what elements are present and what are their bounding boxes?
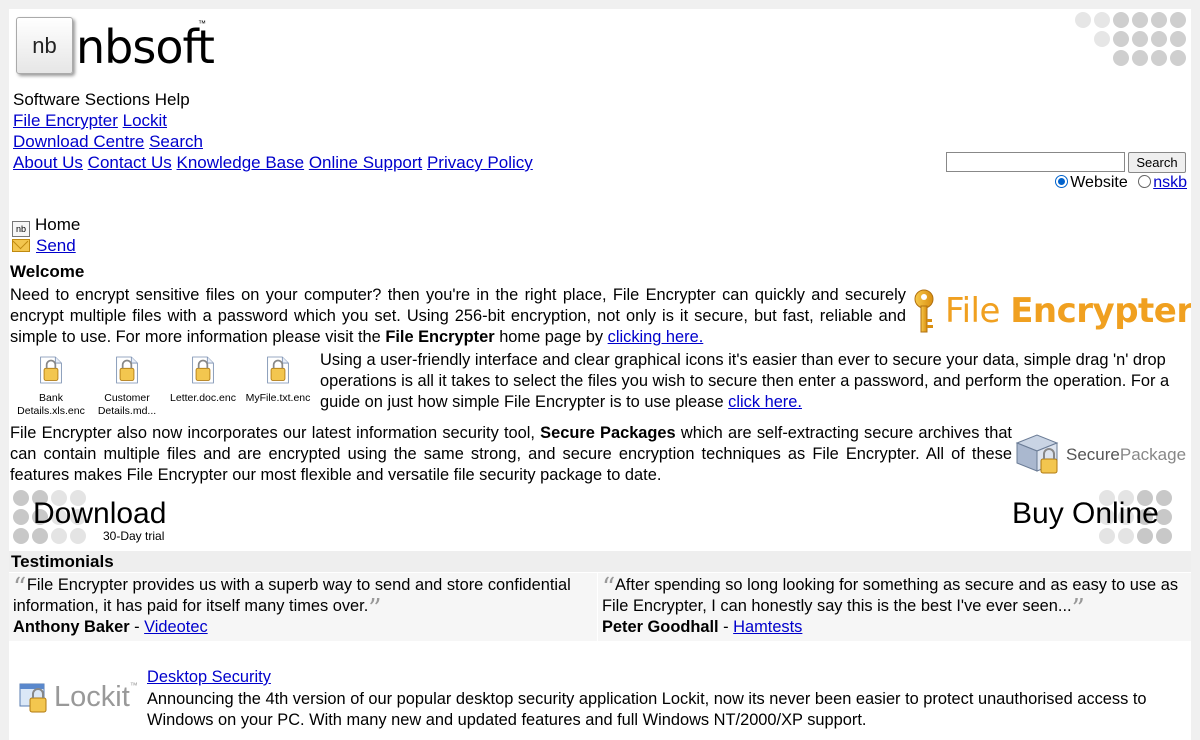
desktop-security-link[interactable]: Desktop Security [147, 668, 271, 687]
file-name-line1: Bank [39, 392, 63, 404]
encrypted-file-icon [267, 356, 289, 384]
fe-logo-bold: Encrypter [1010, 291, 1191, 331]
testimonial-company-link[interactable]: Videotec [144, 618, 208, 636]
encrypted-files-preview: Bank Details.xls.enc Customer Details.md...… [13, 353, 318, 419]
lockit-logo[interactable]: Lockit™ [18, 681, 148, 717]
welcome-heading: Welcome [10, 262, 85, 281]
nav-link-online-support[interactable]: Online Support [309, 153, 422, 172]
nav-link-file-encrypter[interactable]: File Encrypter [13, 111, 118, 130]
testimonial-1: “ File Encrypter provides us with a supe… [9, 573, 597, 641]
download-subtitle: 30-Day trial [103, 529, 165, 543]
search-button[interactable]: Search [1128, 152, 1186, 173]
decorative-dot [1132, 12, 1148, 28]
guide-link[interactable]: click here. [728, 393, 802, 411]
file-name-line2: MyFile.txt.enc [245, 392, 311, 404]
encrypted-file-icon [116, 356, 138, 384]
file-encrypter-home-link[interactable]: clicking here. [608, 328, 704, 346]
fe-logo-light: File [945, 291, 1011, 331]
encrypted-file[interactable]: Customer Details.md... [89, 353, 165, 418]
testimonial-2: “ After spending so long looking for som… [598, 573, 1191, 641]
radio-website-label[interactable]: Website [1070, 174, 1128, 191]
decorative-dot [1170, 12, 1186, 28]
decorative-dot [1132, 31, 1148, 47]
decorative-dot [1151, 12, 1167, 28]
nav-link-privacy-policy[interactable]: Privacy Policy [427, 153, 533, 172]
decorative-dot [13, 490, 29, 506]
testimonial-author: Peter Goodhall [602, 618, 719, 636]
breadcrumb-home-label: Home [35, 215, 81, 234]
nbsoft-logo-text[interactable]: nbsoft [76, 17, 215, 77]
sp-logo-part2: Package [1119, 445, 1187, 464]
lockit-description: Announcing the 4th version of our popula… [147, 690, 1147, 729]
close-quote-icon: ” [1071, 594, 1085, 624]
decorative-dot [1094, 31, 1110, 47]
decorative-dot [1075, 12, 1091, 28]
nav-link-lockit[interactable]: Lockit [123, 111, 167, 130]
decorative-dot [1113, 50, 1129, 66]
testimonials-heading: Testimonials [9, 551, 1191, 572]
dot-grid-decoration [1075, 12, 1189, 72]
file-encrypter-logo[interactable]: File Encrypter [912, 287, 1191, 337]
decorative-dot [13, 528, 29, 544]
lockit-logo-text: Lockit [54, 681, 130, 713]
logo-trademark: ™ [198, 19, 206, 28]
breadcrumb-home: nb Home [12, 214, 80, 237]
navigation: Software Sections Help File Encrypter Lo… [13, 89, 533, 173]
secure-package-logo[interactable]: SecurePackage [1013, 431, 1191, 479]
close-quote-icon: ” [368, 594, 381, 624]
file-name-line2: Letter.doc.enc [170, 392, 236, 404]
search-input[interactable] [946, 152, 1125, 172]
nav-link-search[interactable]: Search [149, 132, 203, 151]
file-name-line1: Customer [104, 392, 150, 404]
envelope-icon [12, 239, 30, 252]
encrypted-file[interactable]: Bank Details.xls.enc [13, 353, 89, 418]
page: nb nbsoft ™ Software Sections Help File … [9, 9, 1191, 740]
decorative-dot [1151, 50, 1167, 66]
decorative-dot [1113, 12, 1129, 28]
encrypted-file-icon [192, 356, 214, 384]
encrypted-file-icon [40, 356, 62, 384]
nav-link-download-centre[interactable]: Download Centre [13, 132, 144, 151]
file-name-line2: Details.md... [97, 405, 157, 417]
encrypted-file[interactable]: MyFile.txt.enc [240, 353, 316, 405]
nav-section-heading: Software Sections Help [13, 90, 190, 109]
file-name-line2: Details.xls.enc [17, 405, 85, 417]
decorative-dot [13, 509, 29, 525]
decorative-dot [1170, 50, 1186, 66]
welcome-paragraph-2: Using a user-friendly interface and clea… [320, 351, 1170, 411]
lockit-window-icon [19, 683, 47, 713]
nav-link-knowledge-base[interactable]: Knowledge Base [177, 153, 305, 172]
welcome-paragraph-1: Need to encrypt sensitive files on your … [10, 286, 906, 346]
search-scope: Website nskb [1049, 174, 1187, 192]
encrypted-file[interactable]: Letter.doc.enc [165, 353, 241, 405]
nav-link-about-us[interactable]: About Us [13, 153, 83, 172]
testimonial-author: Anthony Baker [13, 618, 130, 636]
radio-nskb-label[interactable]: nskb [1153, 174, 1187, 191]
download-link[interactable]: Download [33, 497, 166, 531]
key-icon [914, 289, 934, 333]
decorative-dot [1094, 12, 1110, 28]
decorative-dot [1170, 31, 1186, 47]
buy-online-link[interactable]: Buy Online [1012, 497, 1159, 531]
lockit-logo-tm: ™ [129, 681, 138, 690]
decorative-dot [1151, 31, 1167, 47]
nav-link-contact-us[interactable]: Contact Us [88, 153, 172, 172]
decorative-dot [1132, 50, 1148, 66]
welcome-paragraph-3: File Encrypter also now incorporates our… [10, 424, 1012, 484]
nbsoft-logo-icon[interactable]: nb [16, 17, 73, 74]
decorative-dot [1113, 31, 1129, 47]
breadcrumb-send: Send [12, 235, 76, 256]
send-link[interactable]: Send [36, 236, 76, 255]
radio-website[interactable] [1055, 175, 1069, 188]
testimonial-company-link[interactable]: Hamtests [733, 618, 802, 636]
sp-logo-part1: Secure [1066, 445, 1120, 464]
package-icon [1015, 434, 1059, 474]
radio-nskb[interactable] [1138, 175, 1152, 188]
